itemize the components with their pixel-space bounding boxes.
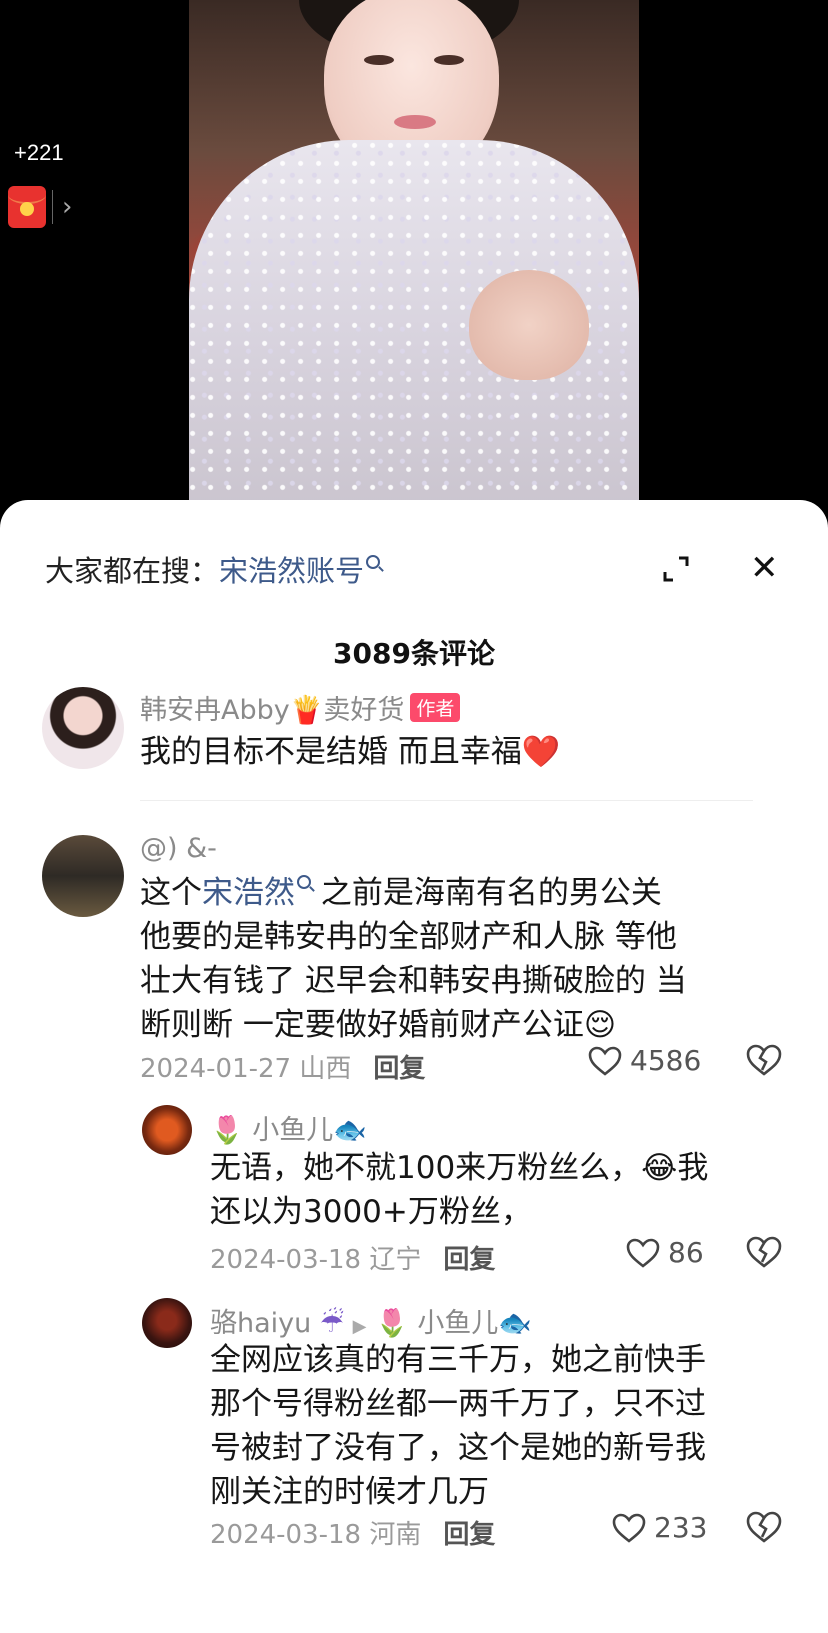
search-link[interactable]: 宋浩然	[202, 875, 295, 911]
comment-meta: 2024-01-27 山西 回复	[140, 1048, 425, 1085]
like-count: 86	[668, 1236, 704, 1269]
divider	[52, 190, 53, 224]
video-frame[interactable]	[189, 0, 639, 500]
comment-text: 这个宋浩然 之前是海南有名的男公关 他要的是韩安冉的全部财产和人脉 等他 壮大有…	[140, 875, 687, 1043]
comment-username[interactable]: 韩安冉Abby🍟卖好货 作者	[140, 688, 461, 727]
comment-meta: 2024-03-18 河南 回复	[210, 1514, 495, 1551]
comment-username[interactable]: 骆haiyu ☔ ▶ 🌷 小鱼儿🐟	[210, 1301, 532, 1340]
like-count: 233	[654, 1511, 708, 1544]
reply-button[interactable]: 回复	[373, 1054, 425, 1084]
red-envelope-icon[interactable]	[8, 186, 46, 228]
comment-date: 2024-03-18	[210, 1520, 362, 1550]
dislike-icon[interactable]	[746, 1044, 782, 1076]
heart-icon	[626, 1238, 660, 1268]
comment-date: 2024-01-27	[140, 1054, 292, 1084]
search-icon	[366, 555, 381, 569]
comment-username[interactable]: 🌷 小鱼儿🐟	[210, 1108, 367, 1147]
comment-text: 无语，她不就100来万粉丝么，😂我 还以为3000+万粉丝，	[210, 1150, 709, 1230]
video-area[interactable]: +221 ›	[0, 0, 828, 520]
heart-icon	[588, 1046, 622, 1076]
close-icon[interactable]: ✕	[750, 548, 779, 588]
reply-button[interactable]: 回复	[443, 1520, 495, 1550]
reply-arrow-icon: ▶	[352, 1316, 367, 1337]
comment-location: 河南	[369, 1520, 422, 1550]
like-button[interactable]: 233	[612, 1511, 707, 1544]
avatar[interactable]	[142, 1298, 192, 1348]
comment-location: 辽宁	[369, 1245, 422, 1275]
collapse-icon[interactable]	[662, 555, 690, 583]
avatar[interactable]	[42, 835, 124, 917]
comment-text: 全网应该真的有三千万，她之前快手 那个号得粉丝都一两千万了，只不过 号被封了没有…	[210, 1342, 706, 1510]
search-hint-label: 大家都在搜：	[45, 554, 220, 588]
video-figure-lips	[394, 115, 436, 129]
search-hint[interactable]: 大家都在搜：宋浩然账号	[45, 548, 381, 590]
dislike-icon[interactable]	[746, 1236, 782, 1268]
search-hint-term[interactable]: 宋浩然账号	[219, 554, 364, 588]
avatar[interactable]	[142, 1105, 192, 1155]
dislike-icon[interactable]	[746, 1511, 782, 1543]
comment-count: 3089条评论	[333, 637, 495, 670]
avatar[interactable]	[42, 687, 124, 769]
comment-date: 2024-03-18	[210, 1245, 362, 1275]
heart-icon	[612, 1513, 646, 1543]
comment-username[interactable]: @) &-	[140, 833, 217, 864]
comment-sheet: 大家都在搜：宋浩然账号 ✕ 3089条评论 韩安冉Abby🍟卖好货 作者 我的目标…	[0, 500, 828, 1633]
reply-button[interactable]: 回复	[443, 1245, 495, 1275]
video-figure-eye	[364, 55, 394, 65]
comment-meta: 2024-03-18 辽宁 回复	[210, 1239, 495, 1276]
divider	[140, 800, 753, 801]
comment-location: 山西	[299, 1054, 352, 1084]
like-count: 4586	[630, 1044, 702, 1077]
video-figure-hands	[469, 270, 589, 380]
comment-text: 我的目标不是结婚 而且幸福❤️	[140, 734, 561, 770]
like-button[interactable]: 86	[626, 1236, 704, 1269]
author-badge: 作者	[410, 693, 461, 722]
chevron-right-icon[interactable]: ›	[62, 192, 72, 222]
like-button[interactable]: 4586	[588, 1044, 701, 1077]
reward-count: +221	[14, 140, 64, 165]
video-figure-eye	[434, 55, 464, 65]
search-icon	[297, 875, 311, 889]
